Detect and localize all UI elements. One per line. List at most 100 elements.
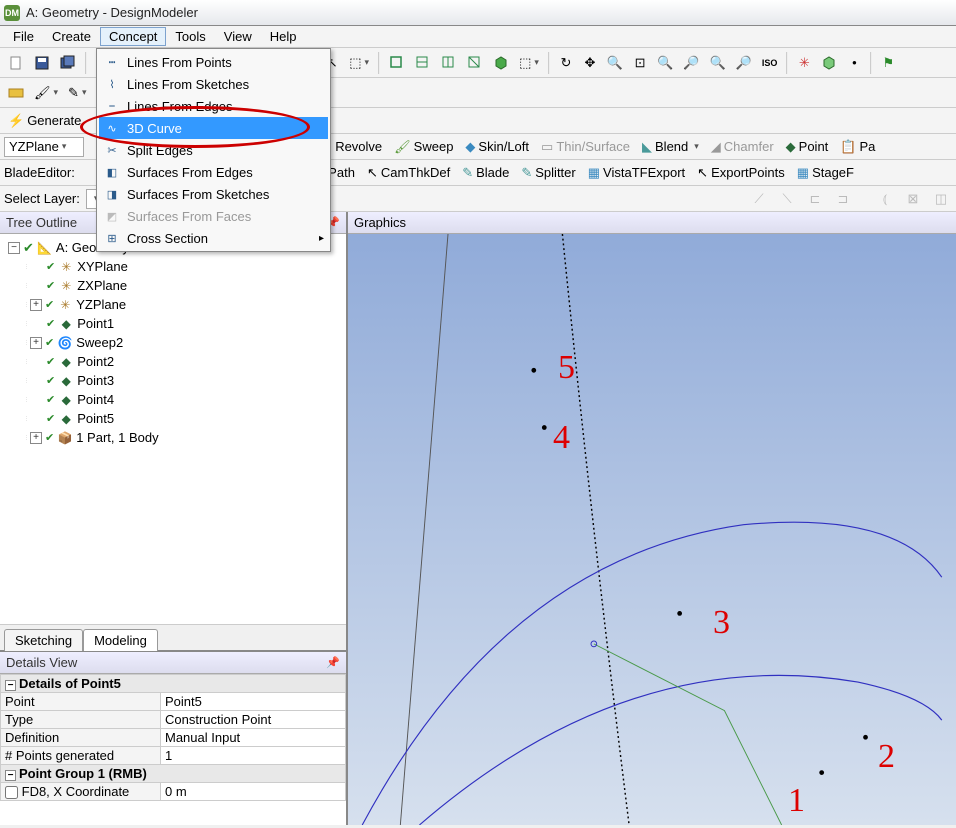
tree-item[interactable]: ⋮✔◆Point2 [4, 352, 346, 371]
stage-button[interactable]: ▦StageF [793, 162, 858, 184]
selectlayer-label: Select Layer: [4, 191, 80, 206]
tree-item[interactable]: ⋮+✔📦1 Part, 1 Body [4, 428, 346, 447]
tree[interactable]: − ✔ 📐 A: Geometry ⋮✔✳XYPlane⋮✔✳ZXPlane⋮+… [0, 234, 346, 624]
tree-item-icon: 📦 [57, 430, 73, 446]
tree-item[interactable]: ⋮+✔✳YZPlane [4, 295, 346, 314]
tree-item-label: ZXPlane [77, 278, 127, 293]
gt1-icon: ⟋ [748, 188, 770, 210]
menu-surfaces-from-sketches[interactable]: ◨Surfaces From Sketches [99, 183, 328, 205]
tree-item-icon: ◆ [58, 316, 74, 332]
run-icon[interactable]: ⚑ [877, 52, 899, 74]
yellow-icon[interactable] [4, 82, 28, 104]
annot-2: 2 [878, 738, 895, 776]
box2-icon[interactable] [411, 52, 435, 74]
gt2-icon: ⟍ [776, 188, 798, 210]
tree-item-label: Point5 [77, 411, 114, 426]
menu-surfaces-from-edges[interactable]: ◧Surfaces From Edges [99, 161, 328, 183]
tab-modeling[interactable]: Modeling [83, 629, 158, 651]
tree-item[interactable]: ⋮+✔🌀Sweep2 [4, 333, 346, 352]
cube-icon[interactable] [489, 52, 513, 74]
left-pane: Tree Outline📌 − ✔ 📐 A: Geometry ⋮✔✳XYPla… [0, 212, 348, 825]
tree-item[interactable]: ⋮✔✳XYPlane [4, 257, 346, 276]
chamfer-button[interactable]: ◢Chamfer [707, 136, 778, 158]
zoom3-icon[interactable]: 🔎 [732, 52, 756, 74]
splitter-button[interactable]: ✎Splitter [517, 162, 579, 184]
box-drop-icon[interactable]: ⬚ [515, 52, 543, 74]
details-body[interactable]: −Details of Point5 PointPoint5 TypeConst… [0, 674, 346, 825]
select-drop-icon[interactable]: ⬚ [345, 52, 373, 74]
zoom-in-icon[interactable]: 🔍 [653, 52, 677, 74]
point-button[interactable]: ◆Point [782, 136, 833, 158]
lines-points-icon: ┅ [103, 53, 121, 71]
menu-file[interactable]: File [4, 27, 43, 46]
menu-lines-from-sketches[interactable]: ⌇Lines From Sketches [99, 73, 328, 95]
pin2-icon[interactable]: 📌 [326, 656, 340, 669]
canvas[interactable]: 1 2 3 4 5 [348, 234, 956, 825]
menu-split-edges[interactable]: ✂Split Edges [99, 139, 328, 161]
tree-item-icon: ✳ [58, 259, 74, 275]
pencil-icon[interactable]: ✎ [64, 82, 90, 104]
save-all-icon[interactable] [56, 52, 80, 74]
tree-item[interactable]: ⋮✔◆Point1 [4, 314, 346, 333]
zoom-sel-icon[interactable]: 🔎 [679, 52, 703, 74]
new-icon[interactable] [4, 52, 28, 74]
expand-icon[interactable]: + [30, 337, 42, 349]
menu-tools[interactable]: Tools [166, 27, 214, 46]
menu-concept[interactable]: Concept [100, 27, 166, 46]
expand-icon[interactable]: + [30, 299, 42, 311]
zoom-box-icon[interactable]: 🔍 [603, 52, 627, 74]
rotate-icon[interactable]: ↻ [555, 52, 577, 74]
skinloft-button[interactable]: ◆Skin/Loft [461, 136, 533, 158]
expand-icon[interactable]: + [30, 432, 42, 444]
tree-item[interactable]: ⋮✔◆Point4 [4, 390, 346, 409]
box3-icon[interactable] [437, 52, 461, 74]
save-icon[interactable] [30, 52, 54, 74]
graphics-pane: Graphics 1 2 3 4 5 [348, 212, 956, 825]
menu-lines-from-points[interactable]: ┅Lines From Points [99, 51, 328, 73]
thinsurface-button[interactable]: ▭Thin/Surface [537, 136, 634, 158]
cube2-icon[interactable] [817, 52, 841, 74]
expand-icon[interactable]: − [8, 242, 20, 254]
surf-edges-icon: ◧ [103, 163, 121, 181]
tree-item[interactable]: ⋮✔◆Point5 [4, 409, 346, 428]
brush-icon[interactable]: 🖌 [30, 82, 62, 104]
blend-button[interactable]: ◣Blend [638, 136, 703, 158]
tree-item-icon: ✳ [57, 297, 73, 313]
vistatf-button[interactable]: ▦VistaTFExport [584, 162, 689, 184]
dot-icon[interactable]: • [843, 52, 865, 74]
menu-create[interactable]: Create [43, 27, 100, 46]
blade-button[interactable]: ✎Blade [458, 162, 513, 184]
zoom-fit-icon[interactable]: ⊡ [629, 52, 651, 74]
tree-item-label: 1 Part, 1 Body [76, 430, 158, 445]
graphics-header: Graphics [348, 212, 956, 234]
tree-item[interactable]: ⋮✔✳ZXPlane [4, 276, 346, 295]
menubar: File Create Concept Tools View Help [0, 26, 956, 48]
tab-sketching[interactable]: Sketching [4, 629, 83, 651]
box4-icon[interactable] [463, 52, 487, 74]
tree-item[interactable]: ⋮✔◆Point3 [4, 371, 346, 390]
camthk-button[interactable]: ↖CamThkDef [363, 162, 454, 184]
zoom2-icon[interactable]: 🔍 [705, 52, 729, 74]
plane-selector[interactable]: YZPlane [4, 137, 84, 157]
tree-item-icon: 🌀 [57, 335, 73, 351]
gt3-icon: ⊏ [804, 188, 826, 210]
generate-button[interactable]: ⚡Generate [4, 110, 85, 132]
exportpoints-button[interactable]: ↖ExportPoints [693, 162, 789, 184]
gt4-icon: ⊐ [832, 188, 854, 210]
surf-sketches-icon: ◨ [103, 185, 121, 203]
menu-view[interactable]: View [215, 27, 261, 46]
sweep-button[interactable]: 🖌Sweep [390, 136, 457, 158]
annot-5: 5 [558, 349, 575, 387]
menu-help[interactable]: Help [261, 27, 306, 46]
tree-item-label: YZPlane [76, 297, 126, 312]
split-icon: ✂ [103, 141, 121, 159]
box1-icon[interactable] [385, 52, 409, 74]
lines-edges-icon: ⎯ [103, 97, 121, 115]
menu-cross-section[interactable]: ⊞Cross Section▸ [99, 227, 328, 249]
menu-3d-curve[interactable]: ∿3D Curve [99, 117, 328, 139]
pa-button[interactable]: 📋Pa [836, 136, 879, 158]
pan-icon[interactable]: ✥ [579, 52, 601, 74]
menu-lines-from-edges[interactable]: ⎯Lines From Edges [99, 95, 328, 117]
axis-icon[interactable]: ✳ [793, 52, 815, 74]
iso-icon[interactable]: ISO [758, 52, 782, 74]
